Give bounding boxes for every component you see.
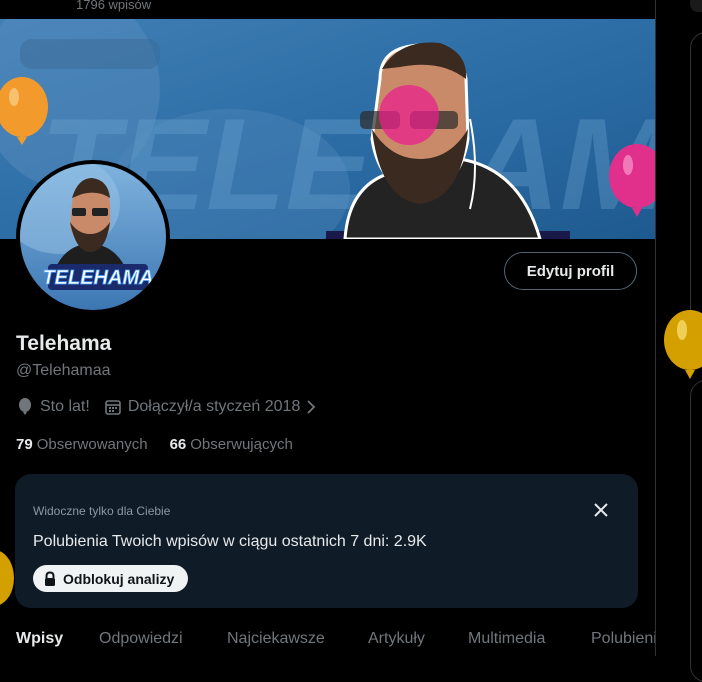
unlock-analytics-button[interactable]: Odblokuj analizy: [33, 565, 189, 592]
profile-name: Telehama: [16, 332, 112, 355]
tab-media[interactable]: Multimedia: [468, 630, 545, 648]
lock-icon: [45, 570, 55, 586]
following-count: 79: [16, 436, 33, 453]
close-icon[interactable]: [589, 498, 613, 522]
joined-text: Dołączył/a styczeń 2018: [127, 398, 301, 415]
column-divider: [655, 0, 656, 656]
balloon-decoration: [664, 310, 702, 379]
calendar-icon: [105, 400, 121, 415]
sidebar-corner: [690, 0, 702, 12]
avatar[interactable]: TELEHAMA: [16, 160, 170, 314]
profile-page: 1796 wpisów TELEHAMA: [0, 0, 656, 656]
balloon-decoration: [0, 551, 14, 605]
chevron-right-icon: [307, 400, 316, 414]
sidebar-card: [690, 32, 702, 354]
followers-label: Obserwujących: [190, 436, 293, 453]
following-label: Obserwowanych: [36, 436, 148, 453]
follow-stats: 79 Obserwowanych 66 Obserwujących: [16, 436, 315, 453]
tab-replies[interactable]: Odpowiedzi: [99, 630, 183, 648]
edit-profile-button[interactable]: Edytuj profil: [504, 252, 637, 290]
tab-articles[interactable]: Artykuły: [368, 630, 425, 648]
followers-count: 66: [169, 436, 187, 453]
unlock-analytics-label: Odblokuj analizy: [63, 570, 175, 587]
private-note: Widoczne tylko dla Ciebie: [33, 504, 171, 518]
profile-tabs: Wpisy Odpowiedzi Najciekawsze Artykuły M…: [0, 626, 656, 656]
following-link[interactable]: 79 Obserwowanych: [16, 436, 148, 453]
analytics-panel: Widoczne tylko dla Ciebie Polubienia Two…: [15, 474, 638, 608]
sidebar-card: [690, 380, 702, 682]
birthday-text: Sto lat!: [40, 398, 90, 415]
avatar-logo-text: TELEHAMA: [42, 267, 153, 289]
tab-highlights[interactable]: Najciekawsze: [227, 630, 325, 648]
tab-posts[interactable]: Wpisy: [16, 630, 63, 648]
joined-item[interactable]: Dołączył/a styczeń 2018: [104, 398, 319, 416]
birthday-item: Sto lat!: [16, 398, 90, 416]
profile-handle: @Telehamaa: [16, 362, 111, 379]
profile-meta: Sto lat! Dołączył/a styczeń 2018: [16, 398, 332, 416]
tab-likes[interactable]: Polubienia: [591, 630, 656, 648]
followers-link[interactable]: 66 Obserwujących: [170, 436, 293, 453]
analytics-text: Polubienia Twoich wpisów w ciągu ostatni…: [33, 533, 427, 550]
post-count: 1796 wpisów: [76, 0, 152, 12]
balloon-icon: [19, 398, 31, 415]
